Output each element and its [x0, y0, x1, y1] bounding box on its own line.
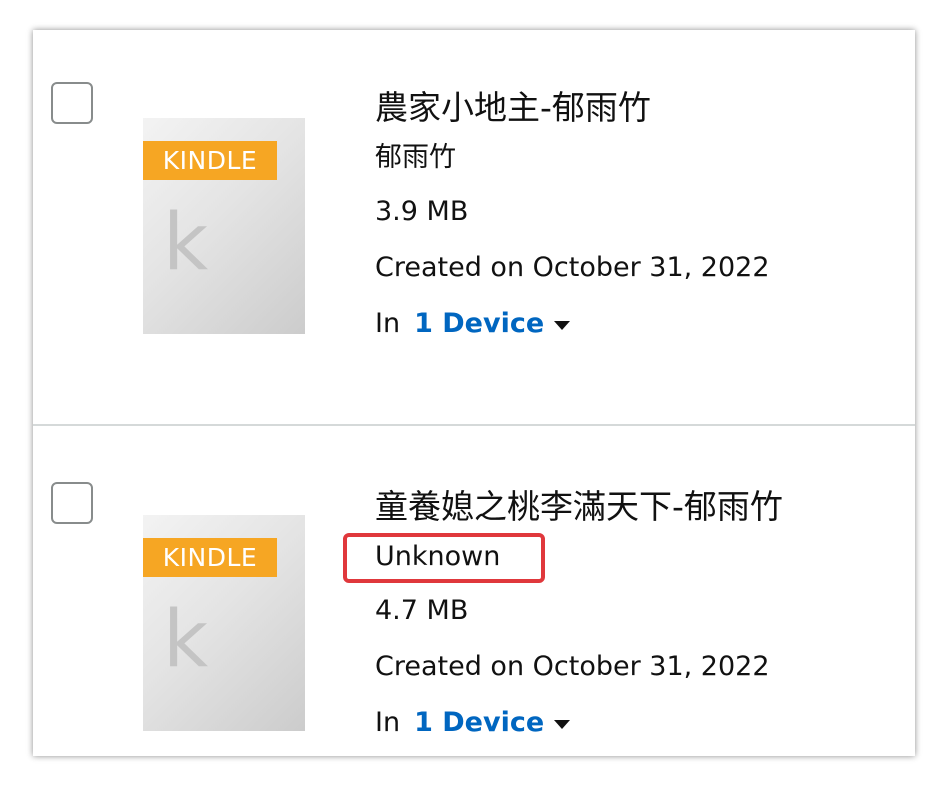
book-author: Unknown	[375, 541, 501, 572]
item-details: 農家小地主-郁雨竹 郁雨竹 3.9 MB Created on October …	[375, 86, 770, 352]
kindle-k-logo: k	[163, 595, 209, 685]
device-prefix: In	[375, 308, 401, 339]
kindle-badge: KINDLE	[143, 141, 277, 180]
device-dropdown-link[interactable]: 1 Device	[414, 296, 544, 352]
book-cover[interactable]: KINDLE k	[143, 118, 305, 334]
list-item: KINDLE k 農家小地主-郁雨竹 郁雨竹 3.9 MB Created on…	[33, 30, 915, 425]
device-dropdown-link[interactable]: 1 Device	[414, 695, 544, 751]
created-date: Created on October 31, 2022	[375, 252, 770, 283]
file-size: 3.9 MB	[375, 196, 469, 227]
caret-down-icon[interactable]	[554, 320, 571, 330]
kindle-badge: KINDLE	[143, 538, 277, 577]
item-details: 童養媳之桃李滿天下-郁雨竹 Unknown 4.7 MB Created on …	[375, 485, 783, 751]
book-cover[interactable]: KINDLE k	[143, 515, 305, 731]
created-date: Created on October 31, 2022	[375, 651, 770, 682]
select-checkbox[interactable]	[51, 482, 93, 524]
content-library-list: KINDLE k 農家小地主-郁雨竹 郁雨竹 3.9 MB Created on…	[33, 30, 915, 756]
row-divider	[33, 424, 915, 426]
book-author: 郁雨竹	[375, 142, 456, 173]
file-size: 4.7 MB	[375, 595, 469, 626]
device-info: In 1 Device	[375, 296, 770, 352]
device-prefix: In	[375, 707, 401, 738]
book-title: 童養媳之桃李滿天下-郁雨竹	[375, 487, 783, 526]
list-item: KINDLE k 童養媳之桃李滿天下-郁雨竹 Unknown 4.7 MB Cr…	[33, 427, 915, 756]
book-title: 農家小地主-郁雨竹	[375, 88, 651, 127]
select-checkbox[interactable]	[51, 82, 93, 124]
caret-down-icon[interactable]	[554, 719, 571, 729]
device-info: In 1 Device	[375, 695, 783, 751]
kindle-k-logo: k	[163, 198, 209, 288]
